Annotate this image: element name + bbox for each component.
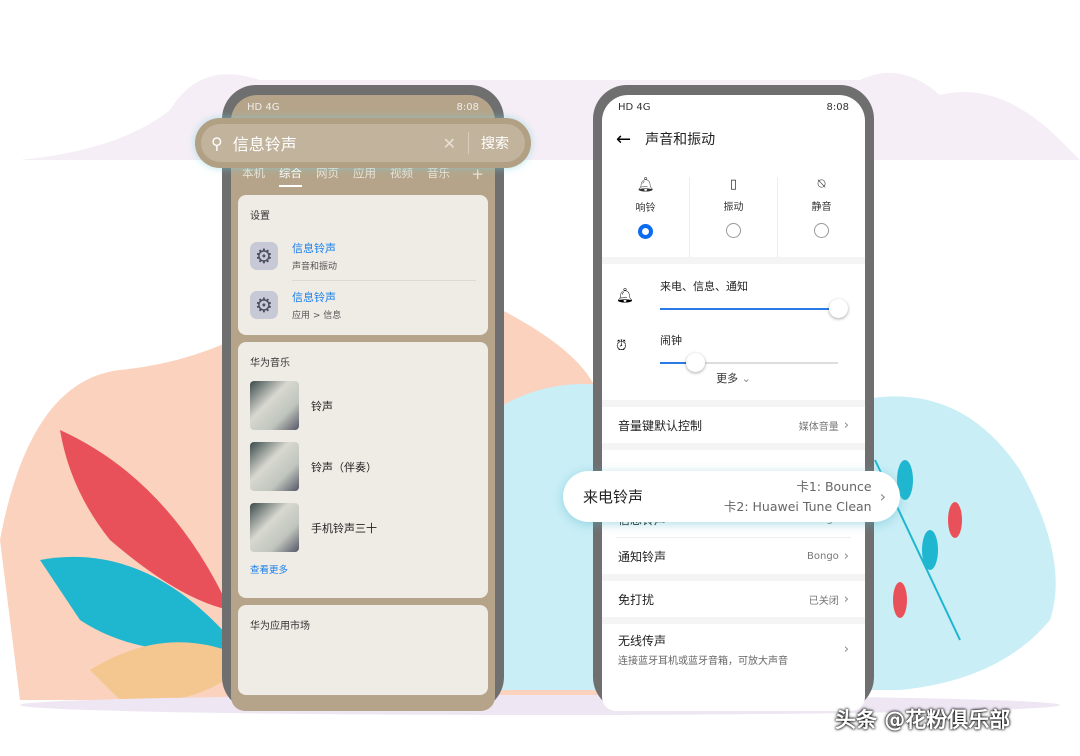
sound-settings-screen: HD 4G 8:08 ← 声音和振动 🔔︎ 响铃 ▯ 振动 ⍉ 静音 🔔︎ 来电、信息、… <box>602 95 865 711</box>
mode-selector: 🔔︎ 响铃 ▯ 振动 ⍉ 静音 <box>602 159 865 257</box>
ringtone-volume-slider[interactable] <box>660 299 848 318</box>
result-title: 信息铃声 <box>292 242 336 255</box>
chevron-down-icon: ⌄ <box>741 372 751 385</box>
card-title: 华为音乐 <box>250 358 290 369</box>
sim2-ringtone: 卡2: Huawei Tune Clean <box>723 498 872 514</box>
chevron-right-icon: › <box>843 641 849 657</box>
volume-key-row[interactable]: 音量键默认控制 媒体音量 › <box>602 407 865 443</box>
search-button[interactable]: 搜索 <box>481 133 509 153</box>
chevron-right-icon: › <box>879 487 886 506</box>
radio-vibrate[interactable] <box>726 223 741 238</box>
row-value: 已关闭 <box>808 595 839 607</box>
search-screen: HD 4G 8:08 本机 综合 网页 应用 视频 音乐 + 设置 ⚙ 信息铃声 声音… <box>231 95 495 711</box>
bell-icon: 🔔︎ <box>616 288 634 304</box>
music-title: 铃声（伴奏） <box>311 460 377 474</box>
chevron-right-icon: › <box>843 548 849 564</box>
card-title: 华为应用市场 <box>250 621 310 632</box>
mode-label: 静音 <box>811 202 832 213</box>
background-illustration <box>0 72 1080 715</box>
row-value: 媒体音量 <box>798 421 839 433</box>
album-thumbnail <box>250 442 299 491</box>
slider-label: 闹钟 <box>660 334 682 347</box>
result-title: 信息铃声 <box>292 291 336 304</box>
row-label: 来电铃声 <box>583 488 644 506</box>
settings-gear-icon: ⚙ <box>250 291 278 319</box>
more-label: 更多 <box>716 372 739 385</box>
music-item[interactable]: 铃声 <box>238 375 488 436</box>
row-label: 无线传声 <box>618 633 667 648</box>
clear-icon[interactable]: ✕ <box>443 134 456 153</box>
status-left: HD 4G <box>618 101 651 113</box>
wireless-row[interactable]: 无线传声连接蓝牙耳机或蓝牙音箱，可放大声音 › <box>602 624 865 674</box>
settings-gear-icon: ⚙ <box>250 242 278 270</box>
divider <box>468 132 469 154</box>
music-title: 手机铃声三十 <box>311 521 377 535</box>
more-toggle[interactable]: 更多 ⌄ <box>602 370 865 400</box>
result-item[interactable]: ⚙ 信息铃声应用 > 信息 <box>238 281 488 329</box>
app-market-card: 华为应用市场 <box>238 605 488 695</box>
sim1-ringtone: 卡1: Bounce <box>796 478 872 494</box>
mode-silent[interactable]: ⍉ 静音 <box>778 177 865 257</box>
row-label: 免打扰 <box>618 592 655 607</box>
mode-ring[interactable]: 🔔︎ 响铃 <box>602 177 689 257</box>
card-title: 设置 <box>250 211 270 222</box>
back-arrow-icon[interactable]: ← <box>616 129 631 150</box>
music-item[interactable]: 铃声（伴奏） <box>238 436 488 497</box>
chevron-right-icon: › <box>843 417 849 433</box>
notification-tone-row[interactable]: 通知铃声 Bongo › <box>602 538 865 574</box>
alarm-icon: ⏰︎ <box>616 338 627 354</box>
tab-all[interactable]: 综合 <box>279 165 302 187</box>
page-title: 声音和振动 <box>645 132 716 148</box>
right-phone: HD 4G 8:08 ← 声音和振动 🔔︎ 响铃 ▯ 振动 ⍉ 静音 🔔︎ 来电、信息、… <box>593 85 874 711</box>
album-thumbnail <box>250 381 299 430</box>
alarm-volume-slider[interactable] <box>660 353 838 372</box>
music-title: 铃声 <box>311 399 333 413</box>
bell-off-icon: ⍉ <box>817 177 826 192</box>
row-value: Bongo <box>807 550 839 562</box>
vibrate-icon: ▯ <box>729 177 738 192</box>
slider-label: 来电、信息、通知 <box>660 280 748 293</box>
search-icon: ⚲ <box>211 133 223 153</box>
mode-label: 振动 <box>723 202 744 213</box>
volume-alarm: ⏰︎ 闹钟 <box>602 320 865 372</box>
left-phone: HD 4G 8:08 本机 综合 网页 应用 视频 音乐 + 设置 ⚙ 信息铃声 声音… <box>222 85 504 711</box>
result-sub: 应用 > 信息 <box>292 311 342 321</box>
mode-label: 响铃 <box>635 203 656 214</box>
chevron-right-icon: › <box>843 591 849 607</box>
watermark: 头条 @花粉俱乐部 <box>835 708 1011 732</box>
see-more-link[interactable]: 查看更多 <box>238 558 488 580</box>
status-left: HD 4G <box>247 101 280 113</box>
row-label: 音量键默认控制 <box>618 418 703 433</box>
search-input[interactable]: 信息铃声 <box>233 131 443 155</box>
row-sub: 连接蓝牙耳机或蓝牙音箱，可放大声音 <box>618 655 788 667</box>
radio-silent[interactable] <box>814 223 829 238</box>
bell-icon: 🔔︎ <box>636 177 655 193</box>
ringtone-row-highlight[interactable]: 来电铃声 卡1: Bounce 卡2: Huawei Tune Clean › <box>563 471 900 522</box>
music-card: 华为音乐 铃声 铃声（伴奏） 手机铃声三十 查看更多 <box>238 342 488 598</box>
radio-ring[interactable] <box>638 224 653 239</box>
music-item[interactable]: 手机铃声三十 <box>238 497 488 558</box>
volume-ringtone: 🔔︎ 来电、信息、通知 <box>602 264 865 320</box>
result-sub: 声音和振动 <box>292 262 338 272</box>
result-item[interactable]: ⚙ 信息铃声声音和振动 <box>238 232 488 280</box>
dnd-row[interactable]: 免打扰 已关闭 › <box>602 581 865 617</box>
mode-vibrate[interactable]: ▯ 振动 <box>689 177 778 257</box>
search-bar: ⚲ 信息铃声 ✕ 搜索 <box>195 118 531 168</box>
status-time: 8:08 <box>826 101 849 113</box>
row-label: 通知铃声 <box>618 549 667 564</box>
status-time: 8:08 <box>456 101 479 113</box>
settings-card: 设置 ⚙ 信息铃声 声音和振动 ⚙ 信息铃声 应用 > 信息 <box>238 195 488 335</box>
album-thumbnail <box>250 503 299 552</box>
search-tabs: 本机 综合 网页 应用 视频 音乐 + <box>231 165 495 195</box>
